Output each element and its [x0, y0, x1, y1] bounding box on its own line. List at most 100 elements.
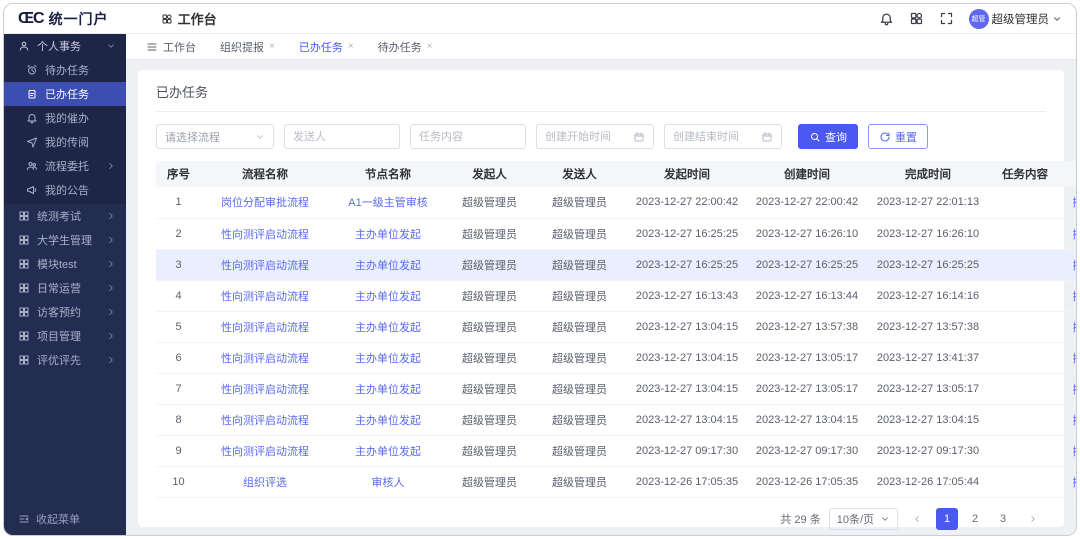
- recall-action[interactable]: 撤回: [1073, 353, 1076, 365]
- app-window: ŒC 统一门户 工作台 超管 超级管理员 个人事务 待办任务 已办任务 我的催办 我的传…: [3, 3, 1077, 536]
- node-link[interactable]: 主办单位发起: [329, 435, 447, 467]
- node-link[interactable]: 主办单位发起: [329, 280, 447, 312]
- sidebar-group[interactable]: 评优评先: [4, 348, 126, 372]
- sidebar-group[interactable]: 大学生管理: [4, 228, 126, 252]
- sidebar-item-link[interactable]: 我的传阅: [4, 130, 126, 154]
- sidebar-item-link[interactable]: 待办任务: [4, 58, 126, 82]
- recall-action[interactable]: 撤回: [1073, 446, 1076, 458]
- process-link[interactable]: 性向测评启动流程: [201, 404, 329, 436]
- process-link[interactable]: 性向测评启动流程: [201, 373, 329, 405]
- sidebar-item-active[interactable]: 已办任务: [4, 82, 126, 106]
- page-button[interactable]: 3: [992, 508, 1014, 530]
- tab-close-icon[interactable]: ×: [427, 41, 433, 52]
- process-link[interactable]: 性向测评启动流程: [201, 280, 329, 312]
- apps-grid-icon[interactable]: [909, 11, 924, 26]
- node-link[interactable]: 审核人: [329, 466, 447, 498]
- task-content-cell: [989, 435, 1061, 467]
- process-link[interactable]: 性向测评启动流程: [201, 311, 329, 343]
- sidebar-group[interactable]: 统测考试: [4, 204, 126, 228]
- process-link[interactable]: 性向测评启动流程: [201, 218, 329, 250]
- table-row[interactable]: 6 性向测评启动流程 主办单位发起 超级管理员 超级管理员 2023-12-27 13:0…: [156, 342, 1076, 374]
- process-link[interactable]: 性向测评启动流程: [201, 435, 329, 467]
- sidebar-item-link[interactable]: 流程委托: [4, 154, 126, 178]
- node-link[interactable]: 主办单位发起: [329, 218, 447, 250]
- process-filter-select[interactable]: 请选择流程: [156, 124, 274, 149]
- tab-close-icon[interactable]: ×: [269, 41, 275, 52]
- tab-item[interactable]: 组织提报 ×: [208, 34, 287, 59]
- main-area: 工作台 组织提报 × 已办任务 × 待办任务 × 已办任务 请选择流程 发送人 …: [126, 34, 1076, 535]
- page-size-select[interactable]: 10条/页: [828, 507, 898, 530]
- recall-action[interactable]: 撤回: [1073, 384, 1076, 396]
- sender-cell: 超级管理员: [532, 404, 627, 436]
- bell-icon[interactable]: [879, 11, 894, 26]
- recall-action[interactable]: 撤回: [1073, 477, 1076, 489]
- created-time-cell: 2023-12-27 09:17:30: [747, 435, 867, 467]
- row-no: 5: [156, 311, 201, 343]
- workspace-label: 工作台: [177, 12, 217, 27]
- end-time-input[interactable]: [673, 130, 761, 143]
- sender-filter: [284, 124, 400, 149]
- row-actions: 撤回|催办: [1061, 311, 1076, 343]
- table-row[interactable]: 10 组织评选 审核人 超级管理员 超级管理员 2023-12-26 17:05:35 20…: [156, 466, 1076, 498]
- sidebar-group[interactable]: 项目管理: [4, 324, 126, 348]
- reset-button-label: 重置: [895, 131, 917, 144]
- next-page-button[interactable]: [1022, 508, 1044, 530]
- task-content-cell: [989, 280, 1061, 312]
- table-row[interactable]: 9 性向测评启动流程 主办单位发起 超级管理员 超级管理员 2023-12-27 09:1…: [156, 435, 1076, 467]
- workspace-switcher[interactable]: 工作台: [161, 9, 217, 28]
- recall-action[interactable]: 撤回: [1073, 291, 1076, 303]
- tab-close-icon[interactable]: ×: [348, 41, 354, 52]
- tab-item[interactable]: 工作台: [134, 34, 208, 59]
- sender-filter-input[interactable]: [293, 130, 391, 143]
- node-link[interactable]: 主办单位发起: [329, 249, 447, 281]
- recall-action[interactable]: 撤回: [1073, 197, 1076, 209]
- table-row[interactable]: 1 岗位分配审批流程 A1一级主管审核 超级管理员 超级管理员 2023-12-27 22…: [156, 187, 1076, 219]
- collapse-menu-button[interactable]: 收起菜单: [4, 511, 126, 527]
- created-time-cell: 2023-12-27 16:26:10: [747, 218, 867, 250]
- process-link[interactable]: 组织评选: [201, 466, 329, 498]
- calendar-icon: [633, 131, 645, 143]
- recall-action[interactable]: 撤回: [1073, 260, 1076, 272]
- logo[interactable]: ŒC 统一门户: [18, 9, 109, 29]
- node-link[interactable]: A1一级主管审核: [329, 187, 447, 219]
- page-button[interactable]: 1: [936, 507, 958, 530]
- table-row[interactable]: 5 性向测评启动流程 主办单位发起 超级管理员 超级管理员 2023-12-27 13:0…: [156, 311, 1076, 343]
- sidebar-section-personal[interactable]: 个人事务: [4, 34, 126, 58]
- table-row[interactable]: 7 性向测评启动流程 主办单位发起 超级管理员 超级管理员 2023-12-27 13:0…: [156, 373, 1076, 405]
- start-time-input[interactable]: [545, 130, 633, 143]
- node-link[interactable]: 主办单位发起: [329, 404, 447, 436]
- row-actions: 撤回|催办: [1061, 373, 1076, 405]
- page-buttons: 123: [936, 507, 1014, 530]
- prev-page-button[interactable]: [906, 508, 928, 530]
- node-link[interactable]: 主办单位发起: [329, 342, 447, 374]
- node-link[interactable]: 主办单位发起: [329, 373, 447, 405]
- process-link[interactable]: 岗位分配审批流程: [201, 187, 329, 219]
- row-actions: 撤回|催办: [1061, 249, 1076, 281]
- node-link[interactable]: 主办单位发起: [329, 311, 447, 343]
- grid-icon: [18, 354, 30, 366]
- table-row[interactable]: 3 性向测评启动流程 主办单位发起 超级管理员 超级管理员 2023-12-27 16:2…: [156, 249, 1076, 281]
- row-no: 3: [156, 249, 201, 281]
- column-header: 序号: [156, 161, 201, 187]
- reset-button[interactable]: 重置: [868, 124, 928, 149]
- tab-item[interactable]: 已办任务 ×: [287, 34, 366, 59]
- recall-action[interactable]: 撤回: [1073, 229, 1076, 241]
- page-button[interactable]: 2: [964, 508, 986, 530]
- table-row[interactable]: 4 性向测评启动流程 主办单位发起 超级管理员 超级管理员 2023-12-27 16:1…: [156, 280, 1076, 312]
- sidebar-group[interactable]: 日常运营: [4, 276, 126, 300]
- table-row[interactable]: 8 性向测评启动流程 主办单位发起 超级管理员 超级管理员 2023-12-27 13:0…: [156, 404, 1076, 436]
- recall-action[interactable]: 撤回: [1073, 322, 1076, 334]
- fullscreen-icon[interactable]: [939, 11, 954, 26]
- sidebar-item-link[interactable]: 我的公告: [4, 178, 126, 202]
- search-button[interactable]: 查询: [798, 124, 858, 149]
- content-filter-input[interactable]: [419, 130, 517, 143]
- user-menu[interactable]: 超管 超级管理员: [968, 8, 1063, 29]
- sidebar-item-link[interactable]: 我的催办: [4, 106, 126, 130]
- sidebar-group[interactable]: 模块test: [4, 252, 126, 276]
- recall-action[interactable]: 撤回: [1073, 415, 1076, 427]
- tab-item[interactable]: 待办任务 ×: [366, 34, 445, 59]
- table-row[interactable]: 2 性向测评启动流程 主办单位发起 超级管理员 超级管理员 2023-12-27 16:2…: [156, 218, 1076, 250]
- sidebar-group[interactable]: 访客预约: [4, 300, 126, 324]
- process-link[interactable]: 性向测评启动流程: [201, 342, 329, 374]
- process-link[interactable]: 性向测评启动流程: [201, 249, 329, 281]
